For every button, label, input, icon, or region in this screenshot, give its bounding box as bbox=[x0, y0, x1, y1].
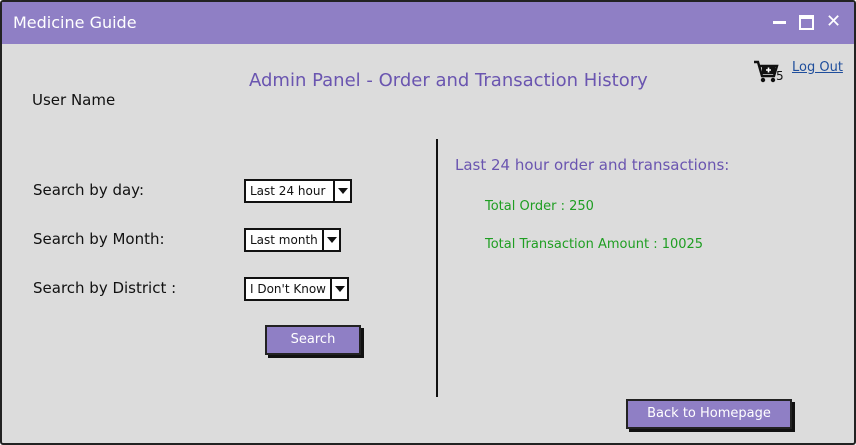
district-select[interactable]: I Don't Know bbox=[244, 277, 349, 301]
cart-count-badge: 5 bbox=[776, 69, 784, 83]
close-icon[interactable]: ✕ bbox=[826, 13, 844, 31]
month-select-value: Last month bbox=[250, 233, 318, 247]
chevron-down-icon[interactable] bbox=[330, 279, 349, 299]
total-transaction-amount: Total Transaction Amount : 10025 bbox=[485, 237, 704, 252]
user-name: User Name bbox=[32, 91, 116, 109]
summary-title: Last 24 hour order and transactions: bbox=[455, 156, 730, 174]
chevron-down-icon[interactable] bbox=[333, 181, 352, 201]
search-by-month-label: Search by Month: bbox=[33, 230, 165, 248]
vertical-divider bbox=[436, 139, 438, 397]
back-to-homepage-button[interactable]: Back to Homepage bbox=[626, 399, 792, 429]
search-by-day-label: Search by day: bbox=[33, 181, 145, 199]
app-window: Medicine Guide ✕ Admin Panel - Order and… bbox=[0, 0, 856, 445]
maximize-icon[interactable] bbox=[798, 13, 816, 31]
day-select[interactable]: Last 24 hour bbox=[244, 179, 352, 203]
district-select-value: I Don't Know bbox=[250, 282, 326, 296]
chevron-down-icon[interactable] bbox=[322, 230, 341, 250]
window-title: Medicine Guide bbox=[13, 13, 137, 32]
search-button[interactable]: Search bbox=[265, 325, 361, 355]
month-select[interactable]: Last month bbox=[244, 228, 341, 252]
page-title: Admin Panel - Order and Transaction Hist… bbox=[249, 70, 648, 91]
minimize-icon[interactable] bbox=[771, 13, 789, 31]
search-by-district-label: Search by District : bbox=[33, 279, 177, 297]
title-bar: Medicine Guide ✕ bbox=[2, 2, 854, 44]
logout-link[interactable]: Log Out bbox=[792, 60, 843, 75]
day-select-value: Last 24 hour bbox=[250, 184, 326, 198]
total-order: Total Order : 250 bbox=[485, 199, 594, 214]
